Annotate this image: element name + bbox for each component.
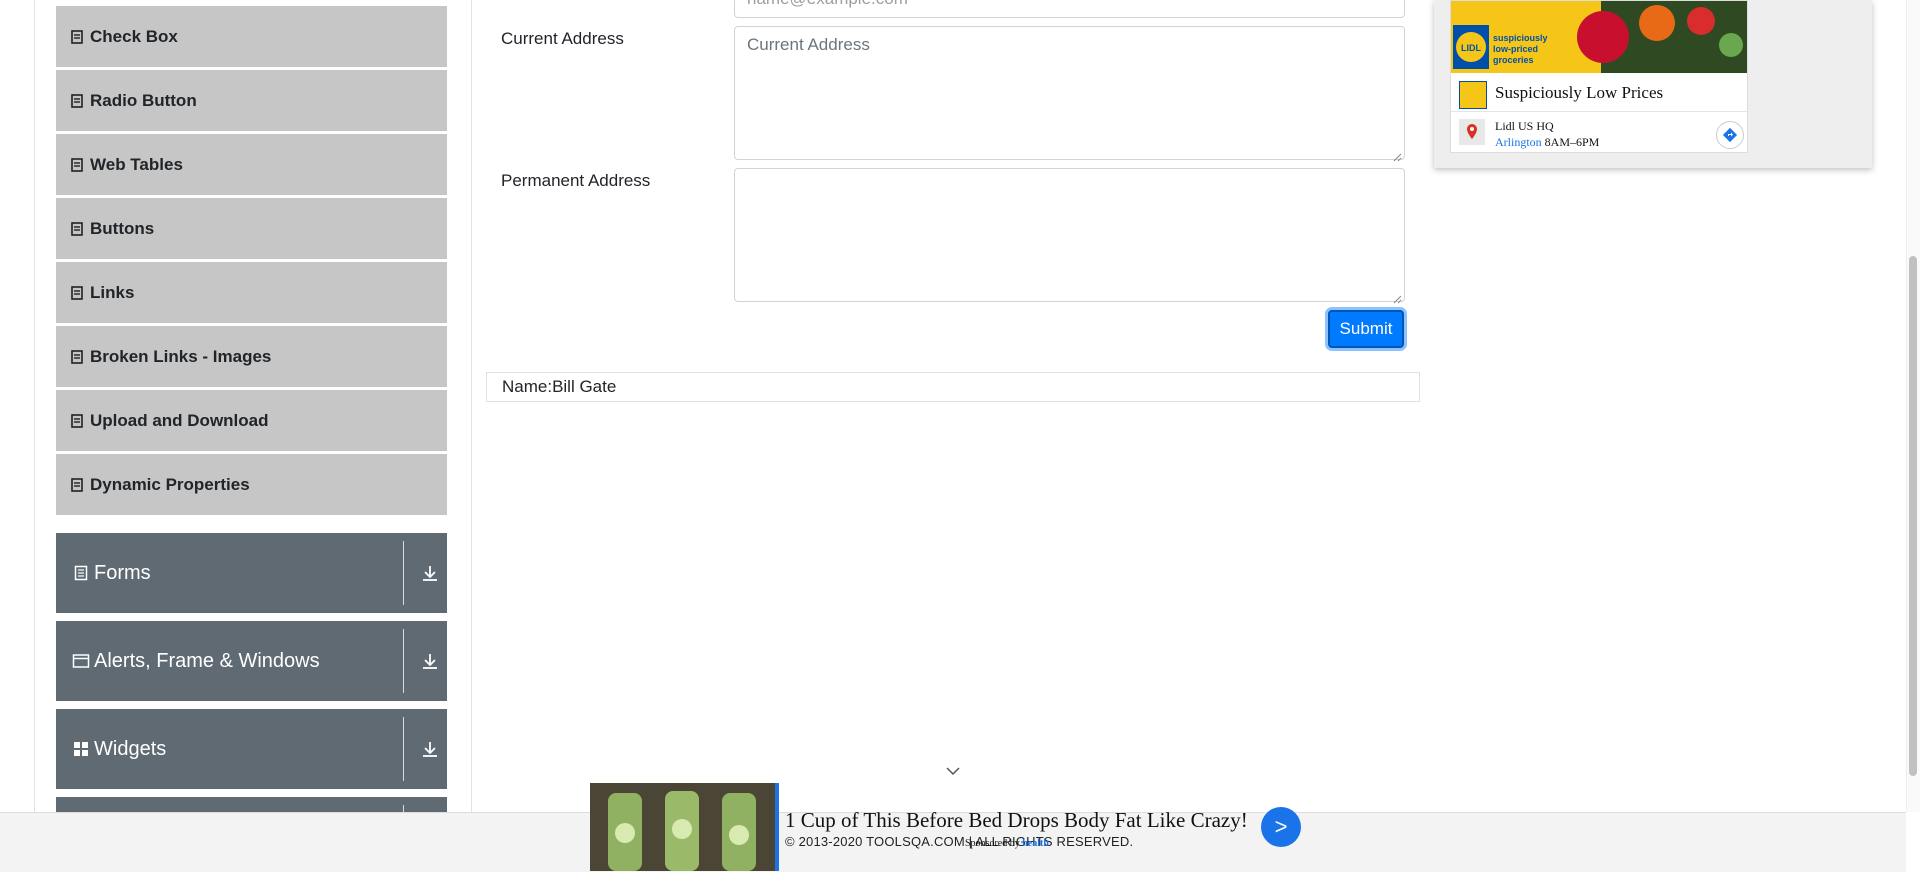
ad-hours: 8AM–6PM: [1544, 135, 1600, 149]
svg-text:LIDL: LIDL: [1461, 43, 1481, 53]
current-address-placeholder: Current Address: [747, 35, 870, 54]
chevron-down-icon[interactable]: [944, 764, 962, 778]
download-arrow-icon[interactable]: [418, 737, 442, 761]
scrollbar-thumb[interactable]: [1909, 256, 1917, 776]
sponsor-brand[interactable]: health: [1022, 838, 1049, 849]
doc-icon: [70, 477, 84, 492]
group-label: Forms: [94, 561, 151, 584]
sidebar-item-check-box[interactable]: Check Box: [56, 6, 447, 67]
ad-location-name: Lidl US HQ: [1495, 119, 1554, 133]
current-address-label: Current Address: [501, 29, 624, 48]
group-header-widgets[interactable]: Widgets: [56, 709, 447, 789]
sidebar-item-label: Buttons: [90, 218, 155, 238]
divider: [403, 541, 404, 605]
bottom-ad-go-button[interactable]: >: [1261, 807, 1301, 847]
sidebar-item-label: Web Tables: [90, 154, 183, 174]
sidebar-item-radio-button[interactable]: Radio Button: [56, 70, 447, 131]
sidebar-item-label: Dynamic Properties: [90, 474, 250, 494]
grid-icon: [72, 740, 90, 758]
sidebar-item-links[interactable]: Links: [56, 262, 447, 323]
permanent-address-label: Permanent Address: [501, 171, 651, 190]
group-header-alerts[interactable]: Alerts, Frame & Windows: [56, 621, 447, 701]
divider: [403, 629, 404, 693]
bottom-ad-accent: [775, 783, 779, 871]
lidl-logo: LIDL: [1453, 25, 1489, 69]
window-icon: [72, 652, 90, 670]
current-address-textarea[interactable]: Current Address: [734, 26, 1405, 162]
doc-icon: [70, 29, 84, 44]
ad-banner-image[interactable]: LIDL suspiciously low-priced groceries: [1451, 1, 1747, 73]
doc-icon: [70, 221, 84, 236]
output-name: Name:Bill Gate: [502, 377, 617, 396]
download-arrow-icon[interactable]: [418, 649, 442, 673]
bottom-ad-sponsor: Sponsored by health: [965, 838, 1049, 849]
sidebar-item-label: Radio Button: [90, 90, 197, 110]
permanent-address-textarea[interactable]: [734, 168, 1405, 304]
sidebar-item-label: Links: [90, 282, 135, 302]
submit-button[interactable]: Submit: [1328, 310, 1404, 348]
bottom-ad-image[interactable]: [590, 783, 775, 871]
output-box: Name:Bill Gate: [486, 372, 1420, 402]
doc-icon: [70, 349, 84, 364]
divider: [1451, 111, 1747, 112]
lidl-store-icon: [1459, 81, 1487, 109]
resize-grip-icon[interactable]: [1392, 289, 1402, 304]
bottom-ad-headline[interactable]: 1 Cup of This Before Bed Drops Body Fat …: [785, 808, 1248, 833]
directions-icon[interactable]: [1716, 121, 1744, 149]
doc-icon: [70, 93, 84, 108]
form-icon: [72, 564, 90, 582]
sidebar-item-dynamic-properties[interactable]: Dynamic Properties: [56, 454, 447, 515]
sidebar-item-label: Check Box: [90, 26, 178, 46]
ad-title[interactable]: Suspiciously Low Prices: [1495, 83, 1663, 103]
sidebar-item-broken-links[interactable]: Broken Links - Images: [56, 326, 447, 387]
divider: [403, 717, 404, 781]
email-field[interactable]: name@example.com: [734, 0, 1405, 18]
download-arrow-icon[interactable]: [418, 561, 442, 585]
footer-copyright: © 2013-2020 TOOLSQA.COM | ALL RIGHTS RES…: [785, 834, 1134, 849]
doc-icon: [70, 413, 84, 428]
group-label: Widgets: [94, 737, 167, 760]
group-header-forms[interactable]: Forms: [56, 533, 447, 613]
ad-city[interactable]: Arlington: [1495, 135, 1542, 149]
ad-location-details: Arlington 8AM–6PM: [1495, 135, 1599, 150]
resize-grip-icon[interactable]: [1392, 147, 1402, 162]
ad-tagline: suspiciously low-priced groceries: [1493, 33, 1548, 65]
sidebar-item-upload-download[interactable]: Upload and Download: [56, 390, 447, 451]
doc-icon: [70, 157, 84, 172]
map-pin-icon: [1459, 119, 1485, 145]
sponsor-prefix: Sponsored by: [965, 838, 1020, 849]
group-label: Alerts, Frame & Windows: [94, 649, 320, 672]
sidebar-item-buttons[interactable]: Buttons: [56, 198, 447, 259]
sidebar-item-label: Broken Links - Images: [90, 346, 272, 366]
right-ad-card[interactable]: LIDL suspiciously low-priced groceries S…: [1450, 0, 1748, 153]
sidebar-item-label: Upload and Download: [90, 410, 269, 430]
sidebar-item-web-tables[interactable]: Web Tables: [56, 134, 447, 195]
doc-icon: [70, 285, 84, 300]
